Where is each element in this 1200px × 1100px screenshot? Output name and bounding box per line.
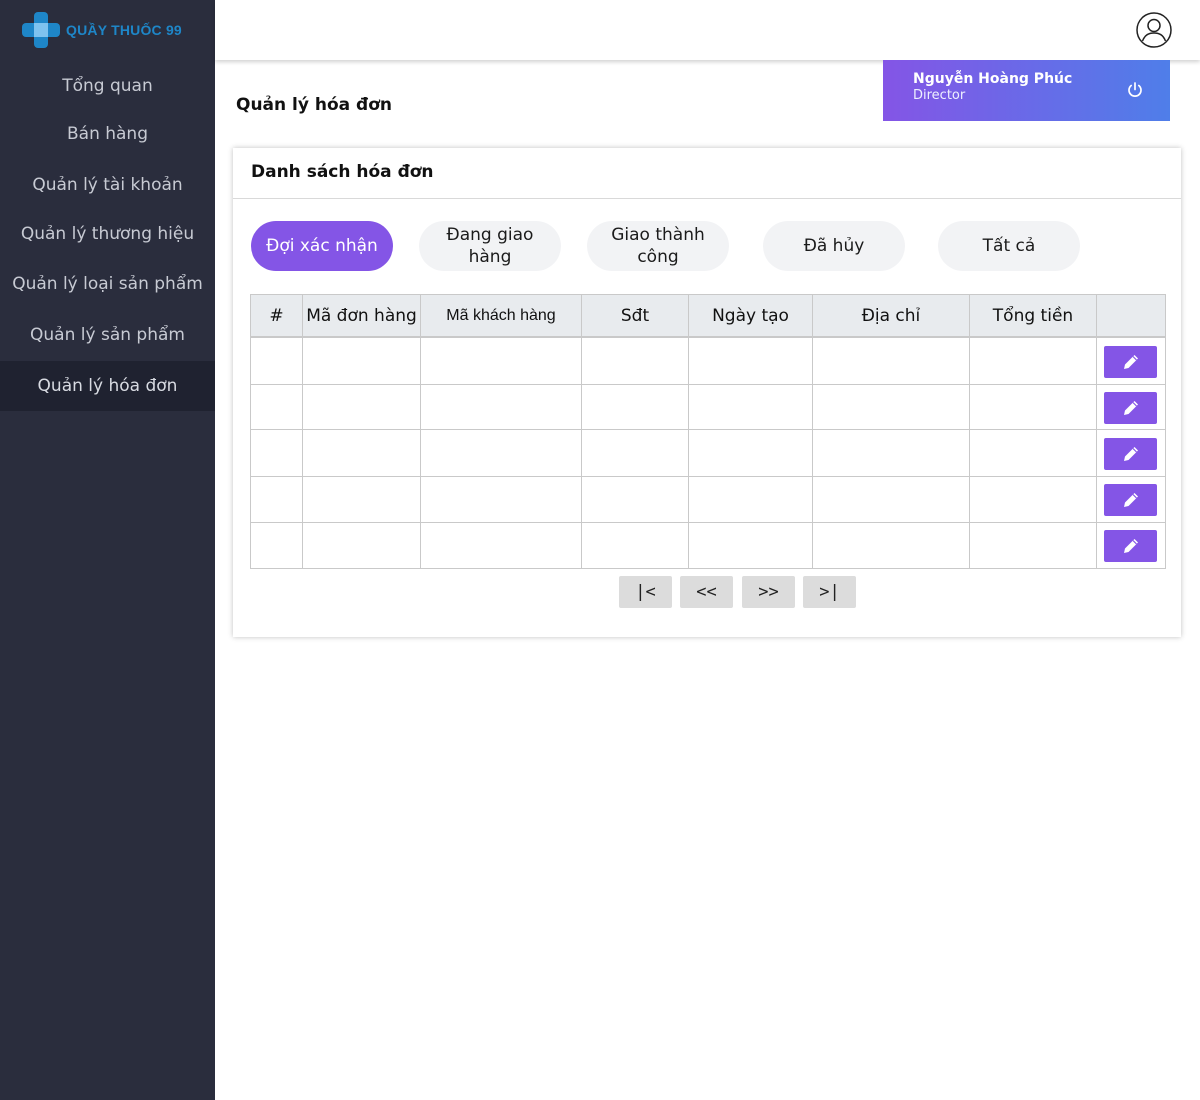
pencil-icon [1123, 493, 1138, 507]
sidebar-item-label: Quản lý sản phẩm [30, 325, 185, 345]
table-cell [689, 477, 813, 523]
sidebar-item-accounts[interactable]: Quản lý tài khoản [0, 160, 215, 210]
table-cell [303, 338, 421, 385]
first-page-button[interactable]: |< [619, 576, 672, 608]
card-header: Danh sách hóa đơn [233, 148, 1181, 199]
invoice-list-card: Danh sách hóa đơn Đợi xác nhận Đang giao… [233, 148, 1181, 637]
tab-cancelled[interactable]: Đã hủy [763, 221, 905, 271]
user-avatar-icon[interactable] [1136, 12, 1172, 48]
table-cell [582, 430, 689, 477]
page-title: Quản lý hóa đơn [236, 95, 392, 115]
table-cell [582, 385, 689, 430]
table-cell [421, 385, 582, 430]
column-header-address: Địa chỉ [813, 295, 970, 338]
table-cell [582, 477, 689, 523]
table-cell [582, 338, 689, 385]
table-cell-actions [1097, 523, 1165, 568]
last-page-button[interactable]: >| [803, 576, 856, 608]
table-cell [813, 430, 970, 477]
table-cell [303, 523, 421, 568]
table-cell [421, 477, 582, 523]
power-icon[interactable] [1126, 81, 1144, 99]
sidebar-item-label: Quản lý tài khoản [32, 175, 183, 195]
user-dropdown[interactable]: Nguyễn Hoàng Phúc Director [883, 60, 1170, 121]
sidebar-item-label: Bán hàng [66, 124, 148, 144]
column-header-order-id: Mã đơn hàng [303, 295, 421, 338]
table-cell [251, 477, 303, 523]
table-cell [970, 477, 1097, 523]
invoice-table: # Mã đơn hàng Mã khách hàng Sđt Ngày tạo… [250, 294, 1166, 569]
tab-pending[interactable]: Đợi xác nhận [251, 221, 393, 271]
edit-button[interactable] [1104, 438, 1157, 470]
tab-all[interactable]: Tất cả [938, 221, 1080, 271]
table-cell [303, 385, 421, 430]
table-cell [689, 523, 813, 568]
table-cell [303, 430, 421, 477]
column-header-index: # [251, 295, 303, 338]
table-cell [251, 523, 303, 568]
edit-button[interactable] [1104, 392, 1157, 424]
tab-shipping[interactable]: Đang giao hàng [419, 221, 561, 271]
tab-delivered[interactable]: Giao thành công [587, 221, 729, 271]
user-name: Nguyễn Hoàng Phúc [913, 71, 1073, 87]
next-page-button[interactable]: >> [742, 576, 795, 608]
sidebar-item-invoices[interactable]: Quản lý hóa đơn [0, 361, 215, 411]
column-header-phone: Sđt [582, 295, 689, 338]
brand-name: QUẦY THUỐC 99 [66, 22, 182, 38]
column-header-actions [1097, 295, 1165, 338]
table-cell [421, 430, 582, 477]
table-cell [813, 338, 970, 385]
sidebar: QUẦY THUỐC 99 Tổng quan Bán hàng Quản lý… [0, 0, 215, 1100]
sidebar-item-label: Tổng quan [62, 76, 153, 96]
sidebar-item-overview[interactable]: Tổng quan [0, 61, 215, 111]
sidebar-item-sales[interactable]: Bán hàng [0, 109, 215, 159]
table-cell [582, 523, 689, 568]
table-cell [689, 385, 813, 430]
table-cell [813, 385, 970, 430]
pencil-icon [1123, 539, 1138, 553]
table-cell [813, 523, 970, 568]
table-cell [421, 523, 582, 568]
topbar [215, 0, 1200, 60]
table-cell [303, 477, 421, 523]
table-cell [970, 338, 1097, 385]
column-header-created-date: Ngày tạo [689, 295, 813, 338]
table-cell [970, 385, 1097, 430]
card-title: Danh sách hóa đơn [251, 162, 434, 182]
table-cell [689, 430, 813, 477]
medical-cross-icon [22, 12, 60, 48]
edit-button[interactable] [1104, 530, 1157, 562]
table-cell-actions [1097, 430, 1165, 477]
pencil-icon [1123, 355, 1138, 369]
edit-button[interactable] [1104, 346, 1157, 378]
column-header-total: Tổng tiền [970, 295, 1097, 338]
pencil-icon [1123, 401, 1138, 415]
edit-button[interactable] [1104, 484, 1157, 516]
table-cell [970, 523, 1097, 568]
table-cell [251, 385, 303, 430]
table-cell [251, 338, 303, 385]
table-cell-actions [1097, 338, 1165, 385]
sidebar-item-label: Quản lý thương hiệu [20, 224, 195, 244]
table-cell [421, 338, 582, 385]
sidebar-item-products[interactable]: Quản lý sản phẩm [0, 310, 215, 360]
table-cell [689, 338, 813, 385]
sidebar-item-categories[interactable]: Quản lý loại sản phẩm [0, 259, 215, 309]
sidebar-item-label: Quản lý loại sản phẩm [12, 274, 203, 294]
sidebar-item-label: Quản lý hóa đơn [37, 376, 178, 396]
table-cell [813, 477, 970, 523]
pencil-icon [1123, 447, 1138, 461]
table-cell [970, 430, 1097, 477]
table-cell-actions [1097, 477, 1165, 523]
table-cell [251, 430, 303, 477]
prev-page-button[interactable]: << [680, 576, 733, 608]
sidebar-item-brands[interactable]: Quản lý thương hiệu [0, 209, 215, 259]
brand-logo[interactable]: QUẦY THUỐC 99 [22, 12, 182, 48]
user-role: Director [913, 88, 966, 103]
table-cell-actions [1097, 385, 1165, 430]
column-header-customer-id: Mã khách hàng [421, 295, 582, 338]
